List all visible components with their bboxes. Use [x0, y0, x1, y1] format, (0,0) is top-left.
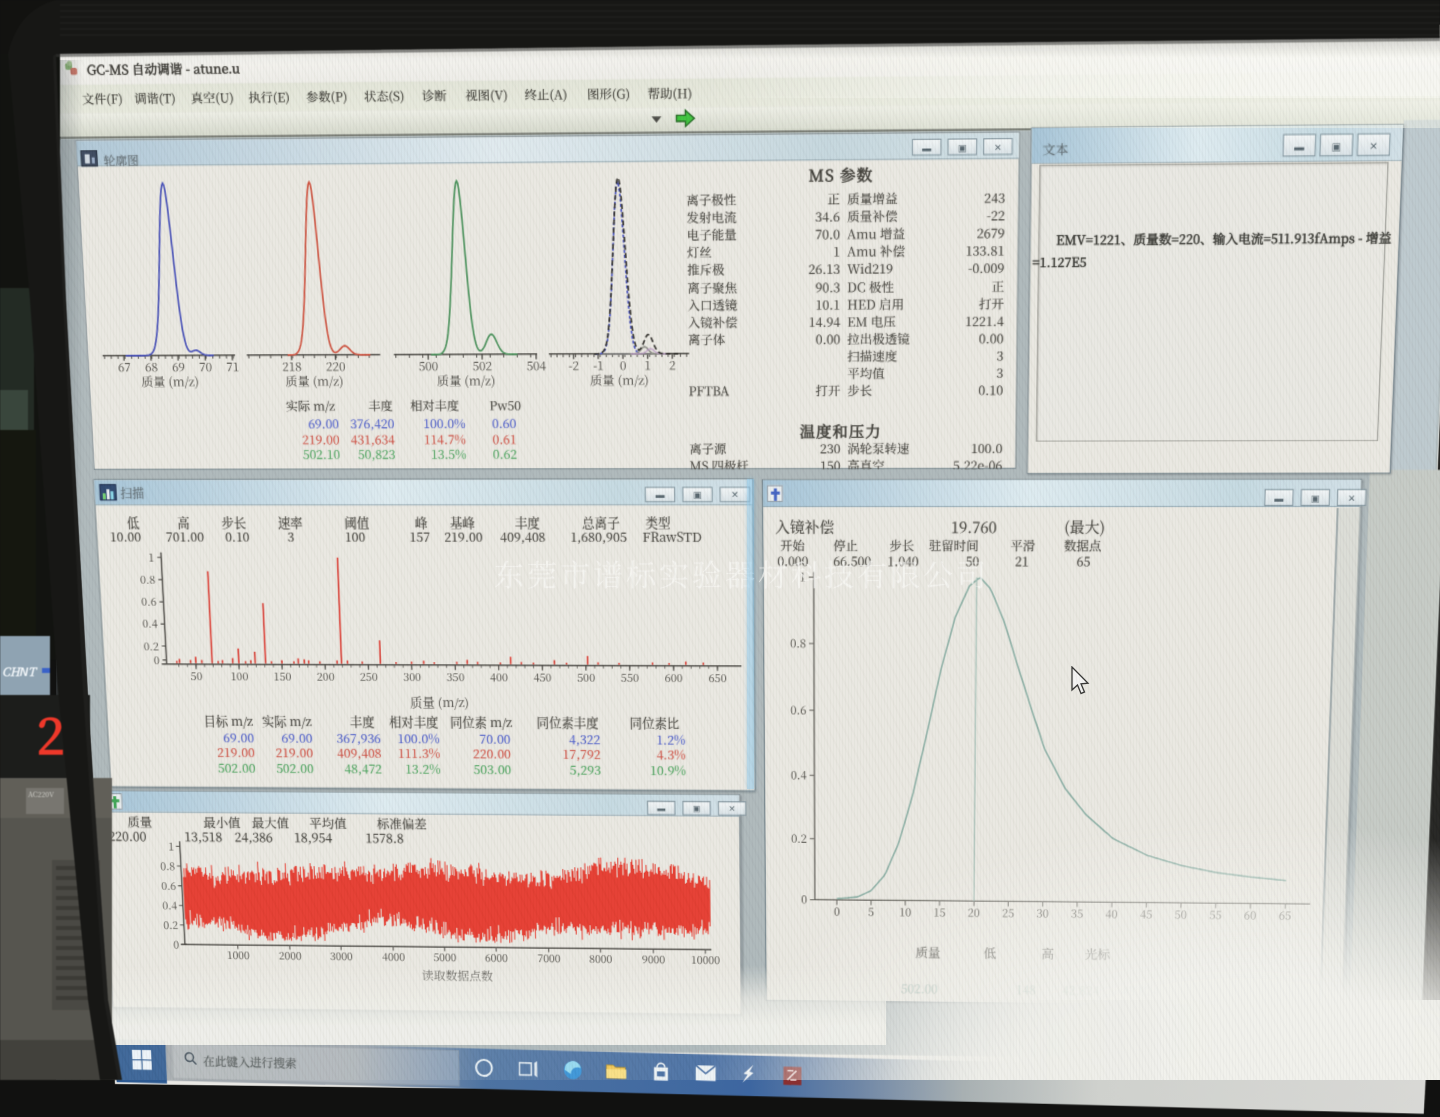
svg-text:AC220V: AC220V: [28, 790, 54, 800]
svg-text:CHNT: CHNT: [2, 664, 38, 680]
